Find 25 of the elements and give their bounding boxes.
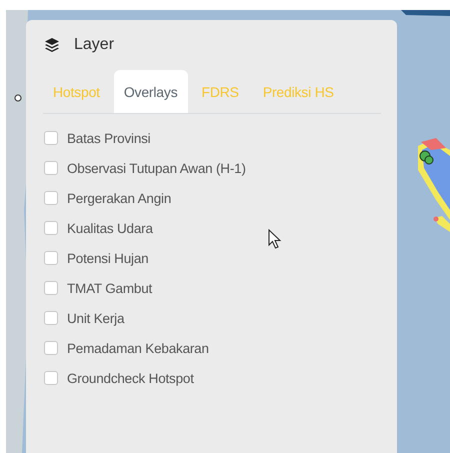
checkbox[interactable] [44,311,58,325]
overlay-label: TMAT Gambut [67,280,152,296]
checkbox[interactable] [44,251,58,265]
checkbox[interactable] [44,371,58,385]
checkbox[interactable] [44,131,58,145]
tab[interactable]: Hotspot [43,70,110,113]
layers-icon [44,37,60,53]
overlay-label: Pergerakan Angin [67,190,172,206]
cursor-icon [268,229,282,249]
overlay-label: Kualitas Udara [67,220,153,236]
overlay-label: Observasi Tutupan Awan (H-1) [67,160,246,176]
checkbox[interactable] [44,191,58,205]
overlay-label: Potensi Hujan [67,250,148,266]
overlay-label: Groundcheck Hotspot [67,370,194,386]
panel-title: Layer [74,36,114,54]
tab[interactable]: Overlays [114,70,188,113]
checkbox[interactable] [44,161,58,175]
checkbox[interactable] [44,341,58,355]
overlay-label: Unit Kerja [67,310,124,326]
overlay-label: Pemadaman Kebakaran [67,340,209,356]
overlay-label: Batas Provinsi [67,130,150,146]
checkbox[interactable] [44,281,58,295]
checkbox[interactable] [44,221,58,235]
tab[interactable]: FDRS [192,70,249,113]
tab[interactable]: Prediksi HS [252,70,344,113]
